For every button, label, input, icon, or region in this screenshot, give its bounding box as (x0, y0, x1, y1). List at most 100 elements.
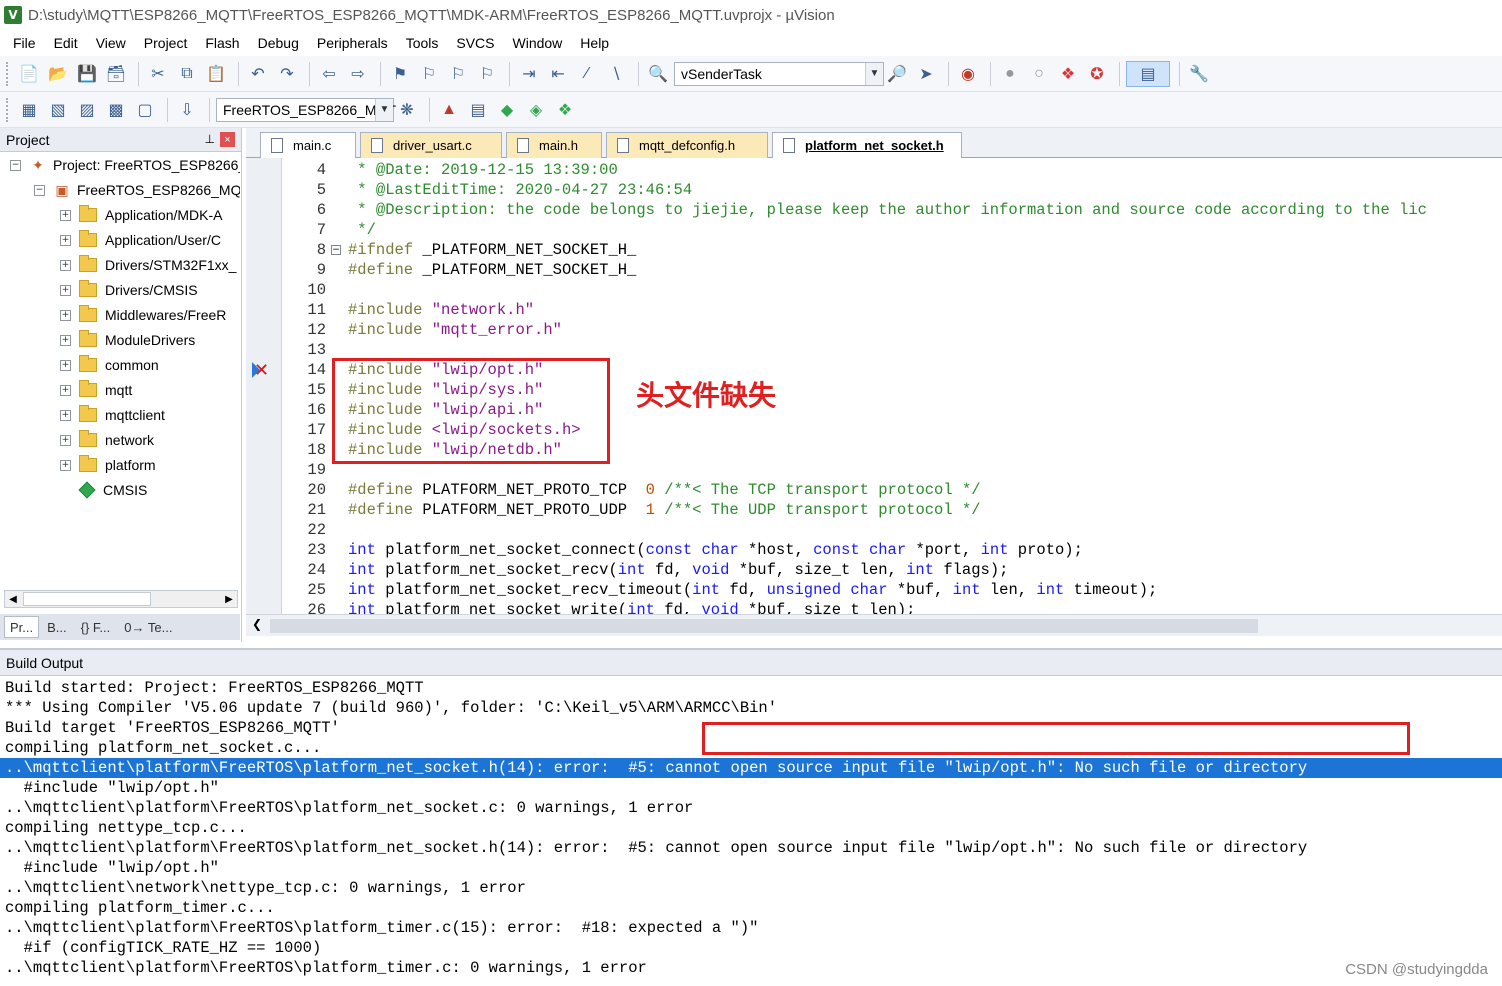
tree-item[interactable]: CMSIS (60, 479, 147, 501)
chevron-down-icon[interactable]: ▼ (375, 98, 393, 121)
build-output-line[interactable]: ..\mqttclient\platform\FreeRTOS\platform… (5, 958, 647, 978)
build-output-line[interactable]: #include "lwip/opt.h" (5, 858, 219, 878)
expand-icon[interactable]: + (60, 234, 71, 246)
code-line[interactable]: #define PLATFORM_NET_PROTO_UDP 1 /**< Th… (348, 500, 981, 520)
scroll-left-icon[interactable]: ◀ (5, 591, 21, 607)
configure-icon[interactable]: 🔧 (1186, 61, 1212, 87)
horizontal-scrollbar[interactable]: ◀ ▶ (4, 590, 238, 608)
menu-edit[interactable]: Edit (47, 35, 85, 51)
code-line[interactable]: #include "mqtt_error.h" (348, 320, 562, 340)
scroll-right-icon[interactable]: ▶ (221, 591, 237, 607)
menu-help[interactable]: Help (573, 35, 616, 51)
build-output-line[interactable]: #include "lwip/opt.h" (5, 778, 219, 798)
tree-item[interactable]: − ▣ FreeRTOS_ESP8266_MQT (34, 179, 240, 201)
stop-build-icon[interactable]: ▢ (132, 97, 158, 123)
code-line[interactable]: #ifndef _PLATFORM_NET_SOCKET_H_ (348, 240, 636, 260)
tree-item[interactable]: + mqttclient (60, 404, 165, 426)
expand-icon[interactable]: + (60, 359, 71, 371)
save-all-icon[interactable]: 🗃 (103, 61, 129, 87)
tree-item[interactable]: + Application/User/C (60, 229, 221, 251)
translate-icon[interactable]: ▦ (16, 97, 42, 123)
code-line[interactable]: int platform_net_socket_connect(const ch… (348, 540, 1083, 560)
nav-forward-icon[interactable]: ⇨ (345, 61, 371, 87)
build-icon[interactable]: ▧ (45, 97, 71, 123)
build-output-line[interactable]: ..\mqttclient\platform\FreeRTOS\platform… (0, 758, 1502, 778)
find-in-files-icon[interactable]: 🔍 (645, 61, 671, 87)
enable-breakpoint-icon[interactable]: ○ (1026, 61, 1052, 87)
tree-item[interactable]: + ModuleDrivers (60, 329, 195, 351)
code-line[interactable]: #include "network.h" (348, 300, 534, 320)
tree-item[interactable]: + mqtt (60, 379, 132, 401)
code-line[interactable]: * @LastEditTime: 2020-04-27 23:46:54 (348, 180, 692, 200)
build-output-line[interactable]: compiling nettype_tcp.c... (5, 818, 247, 838)
build-output-line[interactable]: compiling platform_net_socket.c... (5, 738, 321, 758)
fold-collapse-icon[interactable]: − (331, 245, 341, 255)
code-line[interactable]: int platform_net_socket_recv(int fd, voi… (348, 560, 1008, 580)
incremental-find-icon[interactable]: 🔎 (884, 61, 910, 87)
tab-templates[interactable]: 0→ Te... (118, 616, 178, 638)
save-icon[interactable]: 💾 (74, 61, 100, 87)
build-output-line[interactable]: #if (configTICK_RATE_HZ == 1000) (5, 938, 322, 958)
run-time-environment-icon[interactable]: ◆ (494, 97, 520, 123)
menu-debug[interactable]: Debug (251, 35, 306, 51)
nav-back-icon[interactable]: ⇦ (316, 61, 342, 87)
collapse-icon[interactable]: − (10, 159, 21, 171)
tab-project[interactable]: Pr... (4, 616, 40, 638)
tree-item[interactable]: − ✦ Project: FreeRTOS_ESP8266_ (10, 154, 240, 176)
window-layout-icon[interactable]: ▤ (1126, 60, 1170, 87)
debug-session-icon[interactable]: ◉ (955, 61, 981, 87)
tab-mqtt-defconfig-h[interactable]: mqtt_defconfig.h (606, 132, 768, 158)
tree-item[interactable]: + Drivers/STM32F1xx_ (60, 254, 236, 276)
menu-flash[interactable]: Flash (198, 35, 246, 51)
code-line[interactable]: */ (348, 220, 376, 240)
menu-tools[interactable]: Tools (399, 35, 446, 51)
build-output-line[interactable]: Build started: Project: FreeRTOS_ESP8266… (5, 678, 424, 698)
tree-item[interactable]: + Drivers/CMSIS (60, 279, 198, 301)
code-line[interactable]: #define PLATFORM_NET_PROTO_TCP 0 /**< Th… (348, 480, 981, 500)
menu-project[interactable]: Project (137, 35, 195, 51)
build-output-line[interactable]: ..\mqttclient\platform\FreeRTOS\platform… (5, 838, 1307, 858)
target-options-icon[interactable]: ❋ (394, 97, 420, 123)
tree-item[interactable]: + Application/MDK-A (60, 204, 223, 226)
editor-gutter[interactable] (246, 158, 282, 614)
menu-file[interactable]: File (6, 35, 43, 51)
browse-icon[interactable]: ➤ (913, 61, 939, 87)
tree-item[interactable]: + Middlewares/FreeR (60, 304, 226, 326)
tab-books[interactable]: B... (41, 616, 73, 638)
code-line[interactable]: int platform_net_socket_recv_timeout(int… (348, 580, 1157, 600)
toolbar-grip[interactable] (6, 97, 10, 122)
build-output-line[interactable]: compiling platform_timer.c... (5, 898, 275, 918)
expand-icon[interactable]: + (60, 209, 71, 221)
close-icon[interactable]: × (220, 132, 235, 147)
code-line[interactable]: #define _PLATFORM_NET_SOCKET_H_ (348, 260, 636, 280)
unindent-icon[interactable]: ⇤ (545, 61, 571, 87)
scrollbar-thumb[interactable] (23, 592, 151, 606)
rebuild-icon[interactable]: ▨ (74, 97, 100, 123)
menu-view[interactable]: View (89, 35, 133, 51)
menu-svcs[interactable]: SVCS (449, 35, 501, 51)
expand-icon[interactable]: + (60, 259, 71, 271)
tree-item[interactable]: + platform (60, 454, 156, 476)
disable-breakpoints-icon[interactable]: ❖ (1055, 61, 1081, 87)
clear-bookmarks-icon[interactable]: ⚐ (474, 61, 500, 87)
expand-icon[interactable]: + (60, 434, 71, 446)
tab-functions[interactable]: {} F... (75, 616, 117, 638)
undo-icon[interactable]: ↶ (245, 61, 271, 87)
code-editor[interactable]: 4 * @Date: 2019-12-15 13:39:00 5 * @LastE… (246, 158, 1502, 614)
scroll-left-icon[interactable]: ❮ (252, 617, 262, 631)
build-output-line[interactable]: ..\mqttclient\platform\FreeRTOS\platform… (5, 918, 758, 938)
expand-icon[interactable]: + (60, 459, 71, 471)
indent-icon[interactable]: ⇥ (516, 61, 542, 87)
tab-driver-usart-c[interactable]: driver_usart.c (360, 132, 502, 158)
open-file-icon[interactable]: 📂 (45, 61, 71, 87)
download-icon[interactable]: ⇩ (174, 97, 200, 123)
next-bookmark-icon[interactable]: ⚐ (445, 61, 471, 87)
comment-icon[interactable]: ∕ (574, 61, 600, 87)
new-file-icon[interactable]: 📄 (16, 61, 42, 87)
prev-bookmark-icon[interactable]: ⚐ (416, 61, 442, 87)
editor-horizontal-scrollbar[interactable]: ❮ (246, 614, 1502, 636)
cut-icon[interactable]: ✂ (145, 61, 171, 87)
scrollbar-thumb[interactable] (270, 619, 1258, 633)
code-line[interactable]: * @Description: the code belongs to jiej… (348, 200, 1427, 220)
expand-icon[interactable]: + (60, 409, 71, 421)
